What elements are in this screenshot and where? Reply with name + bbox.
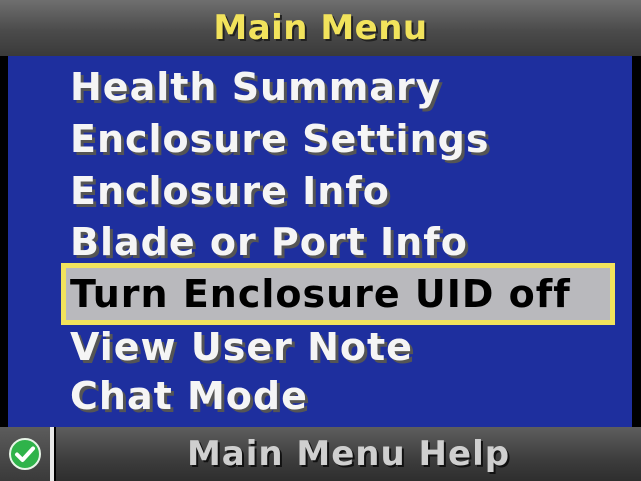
menu-item-view-user-note[interactable]: View User Note — [70, 322, 413, 372]
menu-item-enclosure-info[interactable]: Enclosure Info — [70, 166, 390, 216]
title-bar: Main Menu — [0, 0, 641, 56]
help-button[interactable]: Main Menu Help — [56, 427, 641, 481]
menu-item-enclosure-settings[interactable]: Enclosure Settings — [70, 114, 489, 164]
menu-item-health-summary[interactable]: Health Summary — [70, 62, 441, 112]
check-circle-icon — [9, 438, 41, 470]
help-label: Main Menu Help — [186, 434, 511, 474]
page-title: Main Menu — [213, 8, 428, 48]
main-menu-list: Health Summary Enclosure Settings Enclos… — [8, 56, 632, 427]
menu-item-turn-enclosure-uid-off[interactable]: Turn Enclosure UID off — [66, 268, 610, 320]
menu-item-blade-or-port-info[interactable]: Blade or Port Info — [70, 217, 468, 267]
status-bar: Main Menu Help — [0, 427, 641, 481]
status-indicator — [0, 427, 54, 481]
menu-item-chat-mode[interactable]: Chat Mode — [70, 371, 308, 421]
lcd-screen: Main Menu Health Summary Enclosure Setti… — [0, 0, 641, 481]
